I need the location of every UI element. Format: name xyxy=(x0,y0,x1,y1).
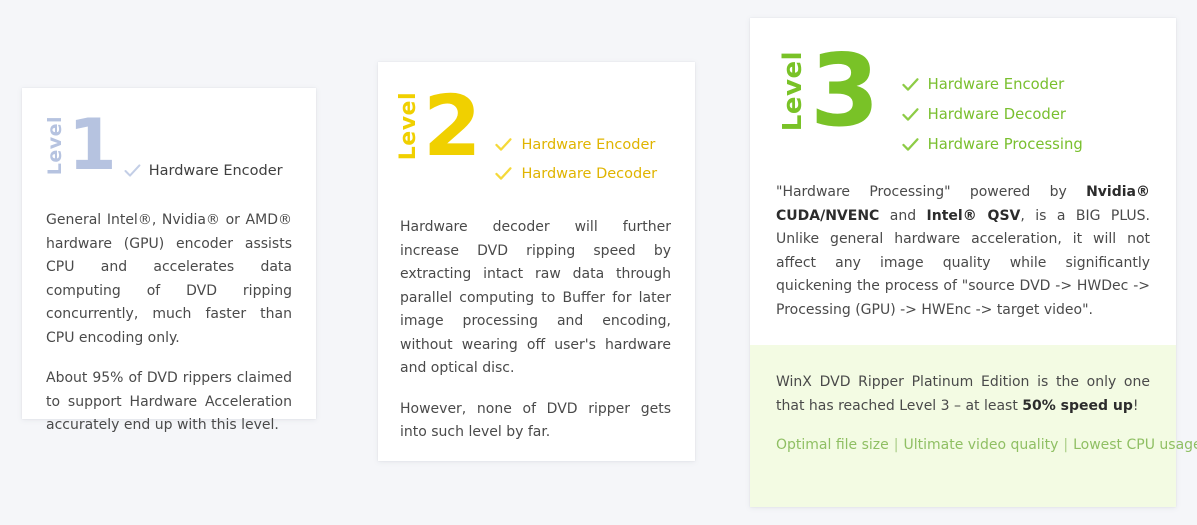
level-3-body-copy: "Hardware Processing" powered by Nvidia®… xyxy=(750,181,1176,322)
level-3-card-body: Level 3 Hardware Encoder Hardware Decode… xyxy=(750,18,1197,507)
paragraph: General Intel®, Nvidia® or AMD® hardware… xyxy=(46,212,292,346)
paragraph-part: , is a BIG PLUS. Unlike general hardware… xyxy=(776,207,1151,318)
level-1-card: Level 1 Hardware Encoder General Intel®,… xyxy=(22,88,316,433)
level-2-feature-list: Hardware Encoder Hardware Decoder xyxy=(495,137,695,182)
level-2-word: Level xyxy=(396,92,421,161)
level-2-card: Level 2 Hardware Encoder Hardware Decode… xyxy=(378,62,695,461)
level-1-number: 1 xyxy=(68,103,117,186)
paragraph-bold: Intel® QSV xyxy=(926,207,1021,224)
level-3-feature-list: Hardware Encoder Hardware Decoder Hardwa… xyxy=(901,76,1176,153)
list-item: Hardware Encoder xyxy=(124,163,316,179)
check-icon xyxy=(495,167,513,181)
level-3-header: Level 3 Hardware Encoder Hardware Decode… xyxy=(750,18,1176,154)
benefit-link-optimal-file-size[interactable]: Optimal file size xyxy=(776,437,889,453)
level-3-card: Level 3 Hardware Encoder Hardware Decode… xyxy=(750,18,1197,507)
level-1-feature-list: Hardware Encoder xyxy=(124,163,316,179)
level-2-card-body: Level 2 Hardware Encoder Hardware Decode… xyxy=(378,62,695,461)
highlight-paragraph: WinX DVD Ripper Platinum Edition is the … xyxy=(776,371,1150,418)
benefit-links-row: Optimal file size | Ultimate video quality… xyxy=(776,437,1197,453)
check-icon xyxy=(901,77,919,92)
highlight-part: ! xyxy=(1132,397,1139,414)
highlight-bold: 50% speed up xyxy=(1022,397,1133,414)
benefit-link-lowest-cpu-usage[interactable]: Lowest CPU usage xyxy=(1073,437,1197,453)
check-icon xyxy=(901,107,919,122)
level-2-number: 2 xyxy=(423,77,482,175)
feature-label: Hardware Decoder xyxy=(521,166,658,182)
level-3-word: Level xyxy=(778,50,808,132)
level-1-word: Level xyxy=(44,116,66,176)
feature-label: Hardware Encoder xyxy=(927,76,1065,93)
feature-label: Hardware Processing xyxy=(927,136,1083,153)
level-3-highlight-box: WinX DVD Ripper Platinum Edition is the … xyxy=(750,345,1197,507)
paragraph-part: "Hardware Processing" powered by xyxy=(776,184,1087,200)
list-item: Hardware Encoder xyxy=(495,137,695,153)
benefit-separator: | xyxy=(893,437,899,453)
paragraph: However, none of DVD ripper gets into su… xyxy=(400,400,671,441)
check-icon xyxy=(124,164,141,178)
level-1-card-body: Level 1 Hardware Encoder General Intel®,… xyxy=(22,88,316,433)
level-2-badge: Level 2 xyxy=(396,77,482,175)
list-item: Hardware Decoder xyxy=(901,106,1176,123)
check-icon xyxy=(495,138,513,152)
list-item: Hardware Processing xyxy=(901,136,1176,153)
comparison-cards-stage: Level 1 Hardware Encoder General Intel®,… xyxy=(0,0,1197,525)
level-2-body-copy: Hardware decoder will further increase D… xyxy=(378,216,695,445)
benefit-link-ultimate-video-quality[interactable]: Ultimate video quality xyxy=(903,437,1058,453)
feature-label: Hardware Encoder xyxy=(521,137,656,153)
list-item: Hardware Encoder xyxy=(901,76,1176,93)
paragraph: "Hardware Processing" powered by Nvidia®… xyxy=(776,181,1150,322)
feature-label: Hardware Decoder xyxy=(927,106,1067,123)
level-1-header: Level 1 Hardware Encoder xyxy=(22,88,316,186)
paragraph: Hardware decoder will further increase D… xyxy=(400,219,671,376)
level-1-body-copy: General Intel®, Nvidia® or AMD® hardware… xyxy=(22,209,316,438)
level-3-number: 3 xyxy=(810,32,880,149)
check-icon xyxy=(901,137,919,152)
feature-label: Hardware Encoder xyxy=(148,163,283,179)
paragraph-part: and xyxy=(879,207,927,224)
benefit-separator: | xyxy=(1063,437,1069,453)
paragraph: About 95% of DVD rippers claimed to supp… xyxy=(46,370,292,433)
level-1-badge: Level 1 xyxy=(44,103,117,186)
list-item: Hardware Decoder xyxy=(495,166,695,182)
level-2-header: Level 2 Hardware Encoder Hardware Decode… xyxy=(378,62,695,182)
level-3-badge: Level 3 xyxy=(778,32,880,149)
